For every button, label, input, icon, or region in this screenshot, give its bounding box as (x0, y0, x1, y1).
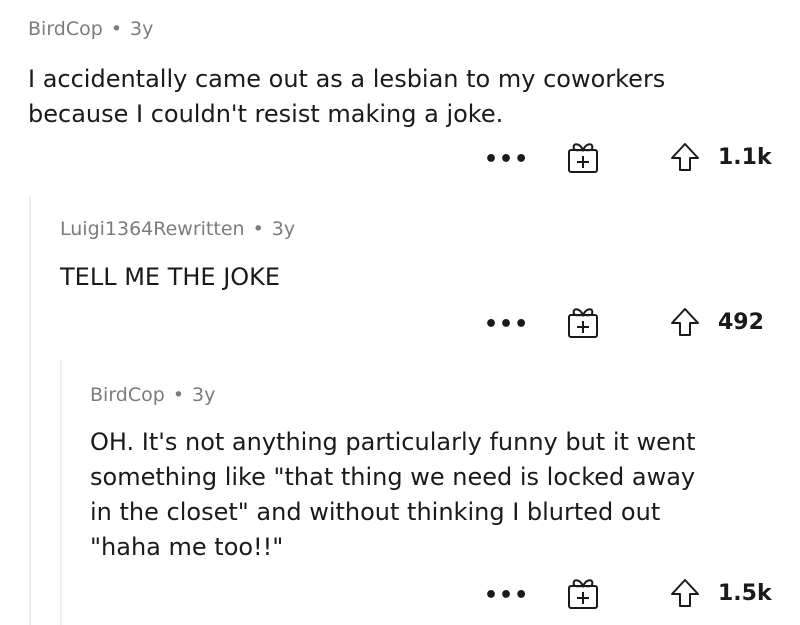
upvote-arrow-icon[interactable] (670, 142, 700, 172)
comment-thread: BirdCop • 3y I accidentally came out as a … (0, 0, 800, 625)
comment-meta: BirdCop • 3y (90, 384, 215, 406)
vote-score: 1.5k (718, 581, 772, 606)
comment-actions: ••• 1.5k (0, 576, 800, 612)
vote-score: 492 (718, 310, 764, 335)
meta-separator: • (252, 218, 264, 240)
vote-score: 1.1k (718, 145, 772, 170)
comment-age[interactable]: 3y (272, 218, 295, 240)
comment-body-line: OH. It's not anything particularly funny… (90, 428, 696, 456)
comment-body-line: because I couldn't resist making a joke. (28, 100, 504, 128)
comment-body-line: I accidentally came out as a lesbian to … (28, 65, 666, 93)
comment-body-line: TELL ME THE JOKE (60, 263, 281, 291)
upvote-arrow-icon[interactable] (670, 307, 700, 337)
gift-icon[interactable] (566, 576, 600, 610)
comment-actions: ••• 1.1k (0, 140, 800, 176)
meta-separator: • (172, 384, 185, 406)
more-options-icon[interactable]: ••• (484, 314, 529, 336)
comment-body: I accidentally came out as a lesbian to … (28, 62, 665, 132)
comment-meta: BirdCop • 3y (28, 18, 153, 40)
upvote-arrow-icon[interactable] (670, 578, 700, 608)
comment-body: TELL ME THE JOKE (60, 260, 280, 295)
comment-age[interactable]: 3y (192, 384, 215, 406)
comment-meta: Luigi1364Rewritten • 3y (60, 218, 295, 240)
comment-body: OH. It's not anything particularly funny… (90, 425, 696, 565)
gift-icon[interactable] (566, 140, 600, 174)
comment-author[interactable]: BirdCop (90, 384, 165, 406)
comment-body-line: in the closet" and without thinking I bl… (90, 498, 661, 526)
comment-author[interactable]: BirdCop (28, 18, 103, 40)
more-options-icon[interactable]: ••• (484, 585, 529, 607)
thread-line-level-1[interactable] (29, 196, 31, 625)
gift-icon[interactable] (566, 305, 600, 339)
comment-age[interactable]: 3y (130, 18, 153, 40)
comment-body-line: something like "that thing we need is lo… (90, 463, 696, 491)
comment-body-line: "haha me too!!" (90, 533, 284, 561)
more-options-icon[interactable]: ••• (484, 149, 529, 171)
comment-author[interactable]: Luigi1364Rewritten (60, 218, 245, 240)
comment-actions: ••• 492 (0, 305, 800, 341)
meta-separator: • (110, 18, 123, 40)
